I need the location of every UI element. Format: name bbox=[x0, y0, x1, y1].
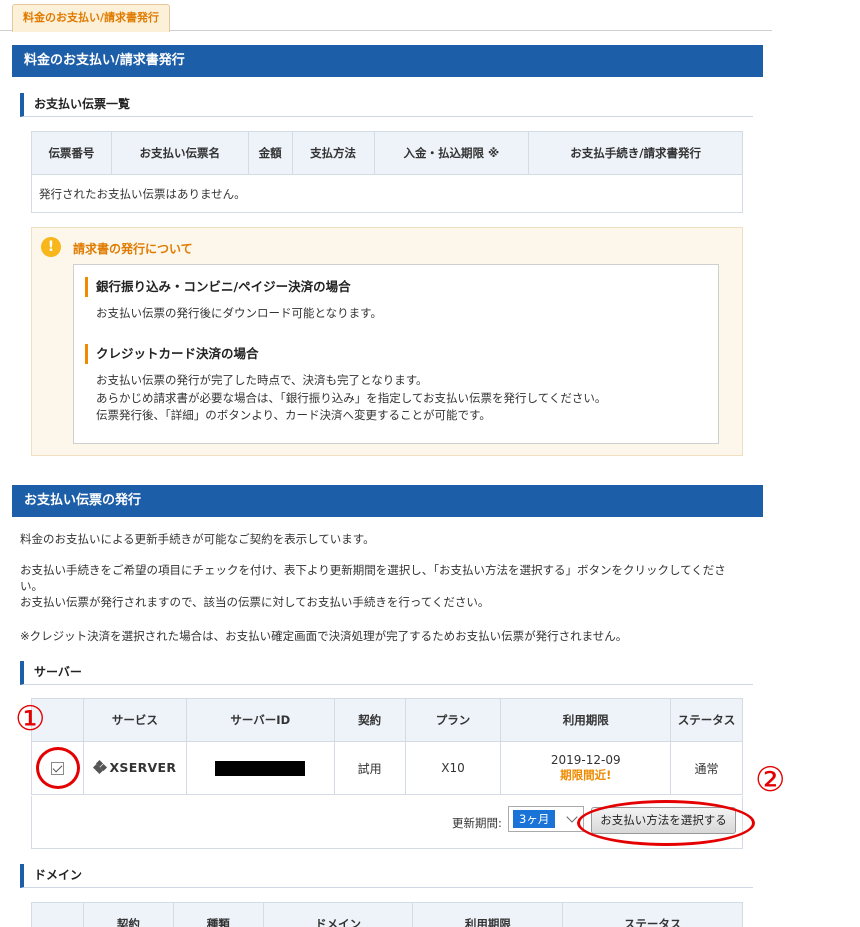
col-payment-method: 支払方法 bbox=[291, 131, 375, 175]
annotation-circle-1 bbox=[36, 747, 80, 789]
notice-bank-heading: 銀行振り込み・コンビニ/ペイジー決済の場合 bbox=[85, 277, 351, 297]
notice-box: 銀行振り込み・コンビニ/ペイジー決済の場合 お支払い伝票の発行後にダウンロード可… bbox=[73, 264, 719, 444]
tab-bar: 料金のお支払い/請求書発行 bbox=[0, 0, 772, 32]
col-domain-type: 種類 bbox=[172, 902, 264, 927]
invoice-list-header-row: 伝票番号 お支払い伝票名 金額 支払方法 入金・払込期限 ※ お支払手続き/請求… bbox=[31, 131, 743, 175]
server-table: サービス サーバーID 契約 プラン 利用期限 ステータス XSERVER 試用… bbox=[31, 698, 743, 795]
annotation-number-2: ② bbox=[755, 760, 786, 800]
col-payment-action: お支払手続き/請求書発行 bbox=[528, 131, 743, 175]
col-expiry: 利用期限 bbox=[500, 698, 672, 742]
xserver-logo-icon bbox=[92, 760, 107, 775]
expiry-warning: 期限間近! bbox=[560, 768, 612, 782]
renew-period-value: 3ヶ月 bbox=[513, 810, 556, 828]
redacted-server-id bbox=[215, 760, 306, 776]
expiry-cell: 2019-12-09 期限間近! bbox=[500, 741, 672, 795]
notice-credit-text: お支払い伝票の発行が完了した時点で、決済も完了となります。 あらかじめ請求書が必… bbox=[96, 372, 606, 425]
col-domain-select bbox=[31, 902, 84, 927]
domain-table: 契約 種類 ドメイン 利用期限 ステータス bbox=[31, 902, 743, 927]
plan-cell: X10 bbox=[404, 741, 502, 795]
col-invoice-name: お支払い伝票名 bbox=[110, 131, 249, 175]
expiry-date: 2019-12-09 bbox=[550, 753, 621, 767]
table-row: XSERVER 試用 X10 2019-12-09 期限間近! 通常 bbox=[31, 741, 743, 795]
notice-credit-heading: クレジットカード決済の場合 bbox=[85, 344, 259, 364]
xserver-logo-text: XSERVER bbox=[109, 759, 177, 775]
server-id-cell bbox=[185, 741, 335, 795]
col-domain-contract: 契約 bbox=[82, 902, 174, 927]
intro-line-1: お支払い手続きをご希望の項目にチェックを付け、表下より更新期間を選択し、「お支払… bbox=[20, 563, 726, 577]
annotation-circle-2 bbox=[577, 800, 755, 846]
server-header-row: サービス サーバーID 契約 プラン 利用期限 ステータス bbox=[31, 698, 743, 742]
server-heading: サーバー bbox=[20, 661, 753, 685]
invoice-list-empty-text: 発行されたお支払い伝票はありません。 bbox=[31, 174, 743, 213]
col-domain-expiry: 利用期限 bbox=[412, 902, 564, 927]
contract-cell: 試用 bbox=[333, 741, 406, 795]
invoice-list-heading: お支払い伝票一覧 bbox=[20, 93, 753, 117]
notice-title: 請求書の発行について bbox=[73, 242, 193, 256]
col-status: ステータス bbox=[670, 698, 743, 742]
col-service: サービス bbox=[82, 698, 187, 742]
tab-billing[interactable]: 料金のお支払い/請求書発行 bbox=[12, 4, 171, 32]
col-plan: プラン bbox=[404, 698, 502, 742]
xserver-logo: XSERVER bbox=[92, 759, 177, 775]
status-cell: 通常 bbox=[670, 741, 743, 795]
service-cell: XSERVER bbox=[82, 741, 187, 795]
notice-credit-line3: 伝票発行後、「詳細」のボタンより、カード決済へ変更することが可能です。 bbox=[96, 408, 491, 422]
renew-period-select[interactable]: 3ヶ月 bbox=[508, 806, 584, 832]
section-header-billing: 料金のお支払い/請求書発行 bbox=[12, 45, 763, 77]
intro-text-3: ※クレジット決済を選択された場合は、お支払い確定画面で決済処理が完了するためお支… bbox=[20, 629, 628, 643]
col-domain-status: ステータス bbox=[562, 902, 743, 927]
col-invoice-number: 伝票番号 bbox=[31, 131, 112, 175]
domain-heading: ドメイン bbox=[20, 864, 753, 888]
notice-credit-line2: あらかじめ請求書が必要な場合は、「銀行振り込み」を指定してお支払い伝票を発行して… bbox=[96, 390, 607, 405]
annotation-number-1: ① bbox=[15, 699, 46, 739]
exclamation-icon: ! bbox=[41, 237, 61, 257]
invoice-list-table: 伝票番号 お支払い伝票名 金額 支払方法 入金・払込期限 ※ お支払手続き/請求… bbox=[31, 131, 743, 213]
intro-text-1: 料金のお支払いによる更新手続きが可能なご契約を表示しています。 bbox=[20, 532, 375, 546]
intro-line-2: い。 bbox=[20, 579, 43, 593]
col-contract: 契約 bbox=[333, 698, 406, 742]
col-amount: 金額 bbox=[247, 131, 293, 175]
intro-text-2: お支払い手続きをご希望の項目にチェックを付け、表下より更新期間を選択し、「お支払… bbox=[20, 562, 755, 610]
notice-credit-line1: お支払い伝票の発行が完了した時点で、決済も完了となります。 bbox=[96, 373, 428, 387]
col-domain-name: ドメイン bbox=[262, 902, 414, 927]
notice-bank-text: お支払い伝票の発行後にダウンロード可能となります。 bbox=[96, 306, 383, 320]
renew-period-label: 更新期間: bbox=[452, 816, 502, 830]
col-server-id: サーバーID bbox=[185, 698, 335, 742]
invoice-list-empty-row: 発行されたお支払い伝票はありません。 bbox=[31, 174, 743, 213]
intro-line-3: お支払い伝票が発行されますので、該当の伝票に対してお支払い手続きを行ってください… bbox=[20, 595, 490, 609]
domain-header-row: 契約 種類 ドメイン 利用期限 ステータス bbox=[31, 902, 743, 927]
col-deadline: 入金・払込期限 ※ bbox=[373, 131, 530, 175]
invoice-notice: ! 請求書の発行について 銀行振り込み・コンビニ/ペイジー決済の場合 お支払い伝… bbox=[31, 227, 743, 456]
section-header-issue: お支払い伝票の発行 bbox=[12, 485, 763, 517]
